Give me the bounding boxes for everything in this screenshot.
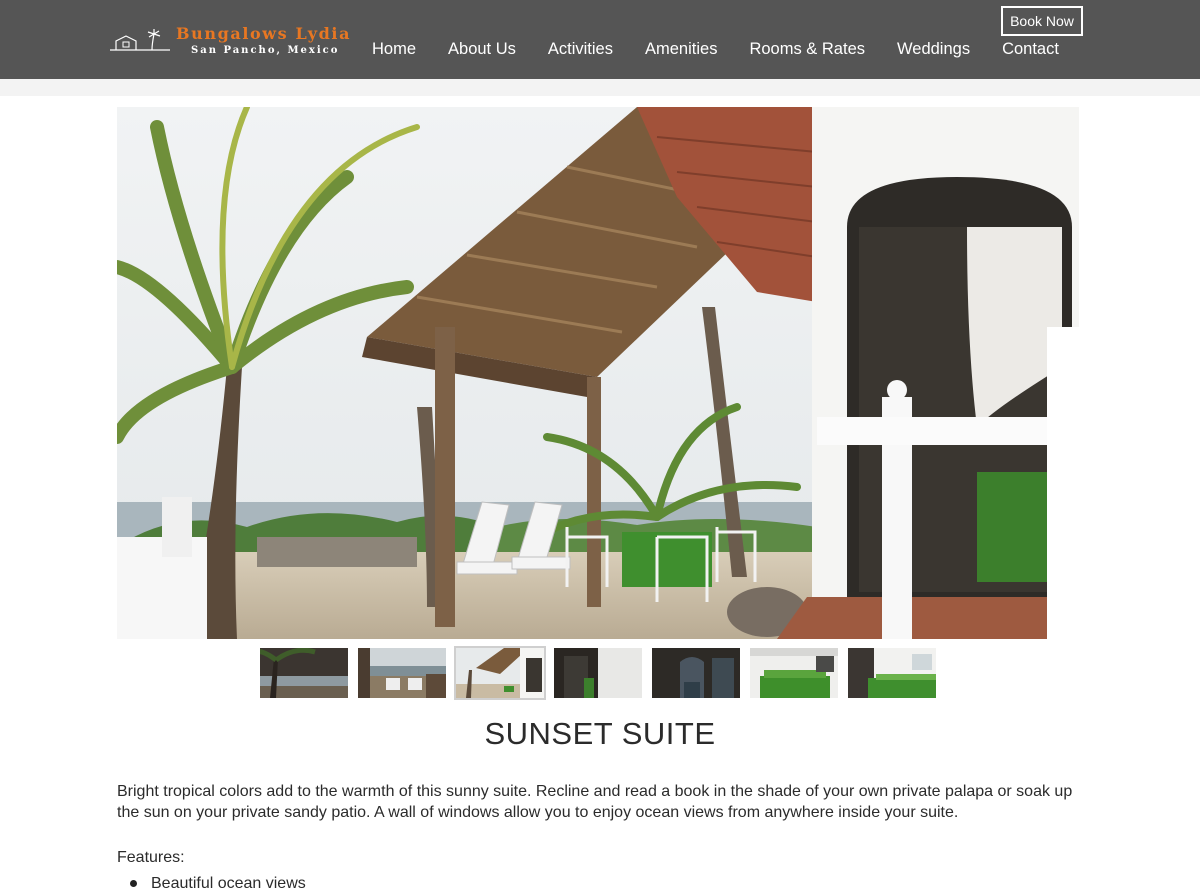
thumb-ocean-loungers[interactable]	[358, 648, 446, 698]
palapa-patio-photo	[117, 107, 1079, 639]
nav-home[interactable]: Home	[356, 37, 432, 61]
nav-weddings[interactable]: Weddings	[881, 37, 986, 61]
thumb-interior-door[interactable]	[554, 648, 642, 698]
room-description: Bright tropical colors add to the warmth…	[117, 783, 1073, 821]
bullet-icon	[130, 880, 137, 887]
bungalow-palm-icon	[110, 29, 170, 51]
thumb-green-bed[interactable]	[750, 648, 838, 698]
feature-text: Beautiful ocean views	[151, 875, 306, 892]
thumb-bedroom-doorway[interactable]	[652, 648, 740, 698]
nav-rooms-rates[interactable]: Rooms & Rates	[733, 37, 881, 61]
thumb-bedroom-window[interactable]	[848, 648, 936, 698]
main-gallery-image[interactable]	[117, 107, 1079, 639]
thumb-palapa-patio[interactable]	[454, 646, 546, 700]
gallery-thumbnails	[260, 646, 936, 700]
main-nav: Home About Us Activities Amenities Rooms…	[356, 37, 1075, 61]
nav-amenities[interactable]: Amenities	[629, 37, 733, 61]
nav-about-us[interactable]: About Us	[432, 37, 532, 61]
nav-activities[interactable]: Activities	[532, 37, 629, 61]
book-now-button[interactable]: Book Now	[1001, 6, 1083, 36]
header-divider	[0, 79, 1200, 96]
thumb-palm-beach[interactable]	[260, 648, 348, 698]
room-title: SUNSET SUITE	[484, 716, 716, 751]
site-header: Bungalows Lydia San Pancho, Mexico Home …	[0, 0, 1200, 79]
features-label: Features:	[117, 849, 185, 866]
nav-contact[interactable]: Contact	[986, 37, 1075, 61]
brand-location: San Pancho, Mexico	[191, 45, 340, 56]
brand-name: Bungalows Lydia	[176, 24, 352, 43]
logo[interactable]: Bungalows Lydia San Pancho, Mexico	[108, 24, 368, 64]
